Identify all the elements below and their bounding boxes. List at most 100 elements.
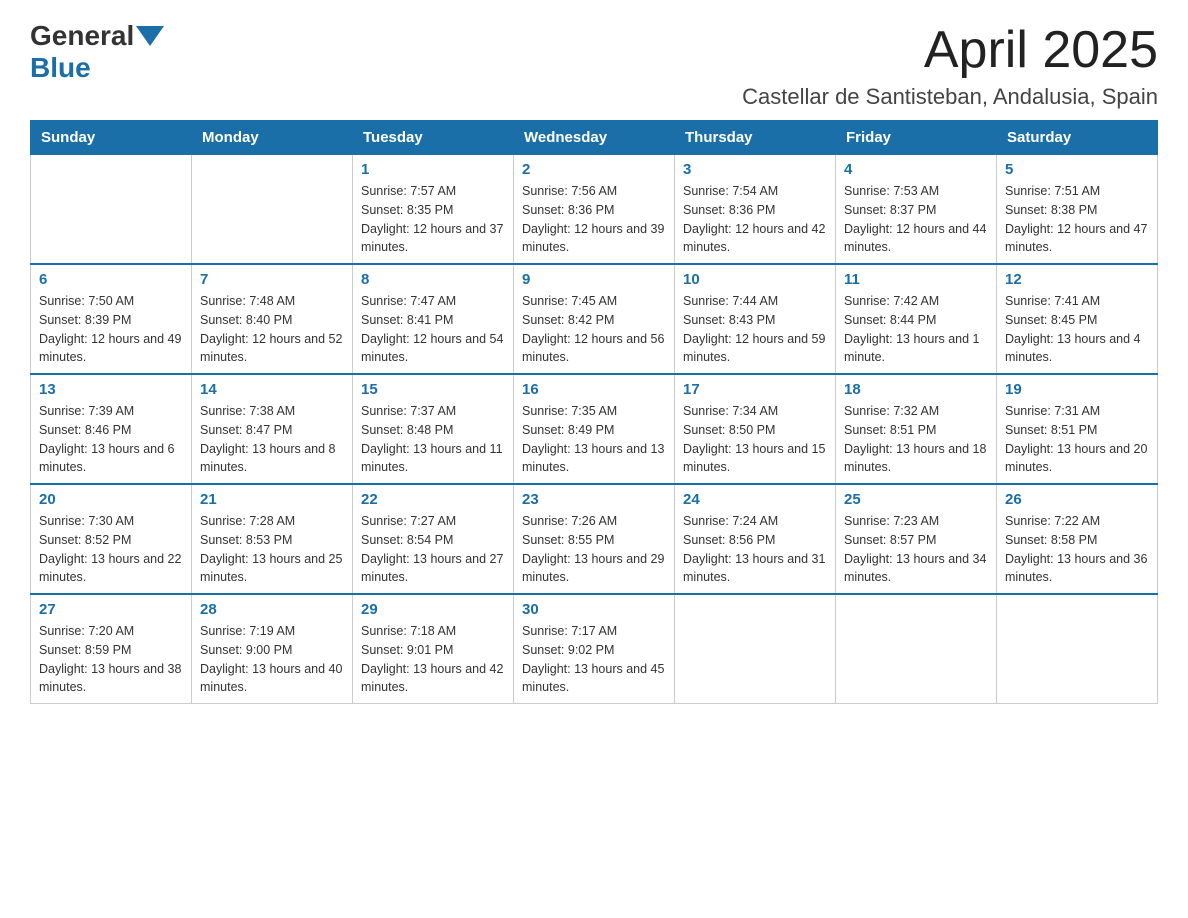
title-section: April 2025 Castellar de Santisteban, And…	[742, 20, 1158, 110]
day-number: 19	[1005, 381, 1149, 398]
logo: General Blue	[30, 20, 166, 84]
day-number: 21	[200, 491, 344, 508]
day-info: Sunrise: 7:32 AMSunset: 8:51 PMDaylight:…	[844, 402, 988, 477]
calendar-cell: 29Sunrise: 7:18 AMSunset: 9:01 PMDayligh…	[353, 594, 514, 704]
calendar-cell	[192, 155, 353, 265]
day-number: 2	[522, 161, 666, 178]
day-info: Sunrise: 7:56 AMSunset: 8:36 PMDaylight:…	[522, 182, 666, 257]
calendar-cell: 27 Sunrise: 7:20 AMSunset: 8:59 PMDayligh…	[31, 594, 192, 704]
day-info: Sunrise: 7:50 AMSunset: 8:39 PMDaylight:…	[39, 292, 183, 367]
calendar-cell: 16 Sunrise: 7:35 AMSunset: 8:49 PMDayligh…	[514, 374, 675, 484]
calendar-cell: 30 Sunrise: 7:17 AMSunset: 9:02 PMDayligh…	[514, 594, 675, 704]
calendar-cell: 6 Sunrise: 7:50 AMSunset: 8:39 PMDaylight…	[31, 264, 192, 374]
calendar-cell: 28Sunrise: 7:19 AMSunset: 9:00 PMDayligh…	[192, 594, 353, 704]
day-info: Sunrise: 7:31 AMSunset: 8:51 PMDaylight:…	[1005, 402, 1149, 477]
day-number: 20	[39, 491, 183, 508]
day-info: Sunrise: 7:38 AMSunset: 8:47 PMDaylight:…	[200, 402, 344, 477]
day-info: Sunrise: 7:22 AMSunset: 8:58 PMDaylight:…	[1005, 512, 1149, 587]
calendar-cell: 3 Sunrise: 7:54 AMSunset: 8:36 PMDaylight…	[675, 155, 836, 265]
day-of-week-header: Thursday	[675, 121, 836, 155]
calendar-cell: 4 Sunrise: 7:53 AMSunset: 8:37 PMDaylight…	[836, 155, 997, 265]
calendar-cell: 17 Sunrise: 7:34 AMSunset: 8:50 PMDayligh…	[675, 374, 836, 484]
day-info: Sunrise: 7:27 AMSunset: 8:54 PMDaylight:…	[361, 512, 505, 587]
day-info: Sunrise: 7:30 AMSunset: 8:52 PMDaylight:…	[39, 512, 183, 587]
calendar-cell: 19 Sunrise: 7:31 AMSunset: 8:51 PMDayligh…	[997, 374, 1158, 484]
logo-blue-text: Blue	[30, 52, 91, 83]
day-info: Sunrise: 7:37 AMSunset: 8:48 PMDaylight:…	[361, 402, 505, 477]
calendar-cell	[31, 155, 192, 265]
calendar-cell: 21 Sunrise: 7:28 AMSunset: 8:53 PMDayligh…	[192, 484, 353, 594]
day-number: 27	[39, 601, 183, 618]
calendar-cell: 18 Sunrise: 7:32 AMSunset: 8:51 PMDayligh…	[836, 374, 997, 484]
calendar-cell: 9Sunrise: 7:45 AMSunset: 8:42 PMDaylight…	[514, 264, 675, 374]
day-of-week-header: Tuesday	[353, 121, 514, 155]
calendar-cell: 11Sunrise: 7:42 AMSunset: 8:44 PMDayligh…	[836, 264, 997, 374]
calendar-cell: 8 Sunrise: 7:47 AMSunset: 8:41 PMDaylight…	[353, 264, 514, 374]
day-number: 15	[361, 381, 505, 398]
day-number: 17	[683, 381, 827, 398]
day-info: Sunrise: 7:44 AMSunset: 8:43 PMDaylight:…	[683, 292, 827, 367]
day-of-week-header: Monday	[192, 121, 353, 155]
calendar-cell: 22 Sunrise: 7:27 AMSunset: 8:54 PMDayligh…	[353, 484, 514, 594]
page-header: General Blue April 2025 Castellar de San…	[30, 20, 1158, 110]
calendar-cell: 10 Sunrise: 7:44 AMSunset: 8:43 PMDayligh…	[675, 264, 836, 374]
day-info: Sunrise: 7:23 AMSunset: 8:57 PMDaylight:…	[844, 512, 988, 587]
calendar-table: SundayMondayTuesdayWednesdayThursdayFrid…	[30, 120, 1158, 704]
day-number: 8	[361, 271, 505, 288]
day-number: 22	[361, 491, 505, 508]
calendar-cell	[836, 594, 997, 704]
calendar-cell: 13Sunrise: 7:39 AMSunset: 8:46 PMDayligh…	[31, 374, 192, 484]
day-number: 23	[522, 491, 666, 508]
calendar-week-row: 1Sunrise: 7:57 AMSunset: 8:35 PMDaylight…	[31, 155, 1158, 265]
day-number: 7	[200, 271, 344, 288]
day-number: 30	[522, 601, 666, 618]
month-title: April 2025	[742, 20, 1158, 80]
day-info: Sunrise: 7:48 AMSunset: 8:40 PMDaylight:…	[200, 292, 344, 367]
day-info: Sunrise: 7:57 AMSunset: 8:35 PMDaylight:…	[361, 182, 505, 257]
day-info: Sunrise: 7:18 AMSunset: 9:01 PMDaylight:…	[361, 622, 505, 697]
day-number: 6	[39, 271, 183, 288]
calendar-cell: 25Sunrise: 7:23 AMSunset: 8:57 PMDayligh…	[836, 484, 997, 594]
day-number: 24	[683, 491, 827, 508]
calendar-cell: 12Sunrise: 7:41 AMSunset: 8:45 PMDayligh…	[997, 264, 1158, 374]
day-of-week-header: Sunday	[31, 121, 192, 155]
day-info: Sunrise: 7:34 AMSunset: 8:50 PMDaylight:…	[683, 402, 827, 477]
day-number: 4	[844, 161, 988, 178]
day-number: 14	[200, 381, 344, 398]
day-info: Sunrise: 7:20 AMSunset: 8:59 PMDaylight:…	[39, 622, 183, 697]
logo-triangle-icon	[136, 26, 164, 46]
day-info: Sunrise: 7:39 AMSunset: 8:46 PMDaylight:…	[39, 402, 183, 477]
calendar-week-row: 20 Sunrise: 7:30 AMSunset: 8:52 PMDayligh…	[31, 484, 1158, 594]
logo-general-text: General	[30, 20, 134, 52]
calendar-cell: 26Sunrise: 7:22 AMSunset: 8:58 PMDayligh…	[997, 484, 1158, 594]
day-info: Sunrise: 7:51 AMSunset: 8:38 PMDaylight:…	[1005, 182, 1149, 257]
calendar-body: 1Sunrise: 7:57 AMSunset: 8:35 PMDaylight…	[31, 155, 1158, 704]
calendar-week-row: 6 Sunrise: 7:50 AMSunset: 8:39 PMDaylight…	[31, 264, 1158, 374]
day-info: Sunrise: 7:19 AMSunset: 9:00 PMDaylight:…	[200, 622, 344, 697]
day-info: Sunrise: 7:17 AMSunset: 9:02 PMDaylight:…	[522, 622, 666, 697]
day-of-week-header: Saturday	[997, 121, 1158, 155]
day-of-week-header: Friday	[836, 121, 997, 155]
day-number: 11	[844, 271, 988, 288]
day-info: Sunrise: 7:35 AMSunset: 8:49 PMDaylight:…	[522, 402, 666, 477]
calendar-cell	[997, 594, 1158, 704]
calendar-header: SundayMondayTuesdayWednesdayThursdayFrid…	[31, 121, 1158, 155]
day-info: Sunrise: 7:53 AMSunset: 8:37 PMDaylight:…	[844, 182, 988, 257]
day-number: 10	[683, 271, 827, 288]
day-info: Sunrise: 7:26 AMSunset: 8:55 PMDaylight:…	[522, 512, 666, 587]
calendar-cell: 24 Sunrise: 7:24 AMSunset: 8:56 PMDayligh…	[675, 484, 836, 594]
day-of-week-header: Wednesday	[514, 121, 675, 155]
day-number: 12	[1005, 271, 1149, 288]
day-info: Sunrise: 7:47 AMSunset: 8:41 PMDaylight:…	[361, 292, 505, 367]
calendar-cell: 20 Sunrise: 7:30 AMSunset: 8:52 PMDayligh…	[31, 484, 192, 594]
calendar-cell	[675, 594, 836, 704]
day-info: Sunrise: 7:24 AMSunset: 8:56 PMDaylight:…	[683, 512, 827, 587]
day-number: 9	[522, 271, 666, 288]
day-info: Sunrise: 7:54 AMSunset: 8:36 PMDaylight:…	[683, 182, 827, 257]
day-number: 16	[522, 381, 666, 398]
day-number: 3	[683, 161, 827, 178]
location-title: Castellar de Santisteban, Andalusia, Spa…	[742, 84, 1158, 110]
day-info: Sunrise: 7:28 AMSunset: 8:53 PMDaylight:…	[200, 512, 344, 587]
calendar-cell: 23 Sunrise: 7:26 AMSunset: 8:55 PMDayligh…	[514, 484, 675, 594]
day-number: 18	[844, 381, 988, 398]
